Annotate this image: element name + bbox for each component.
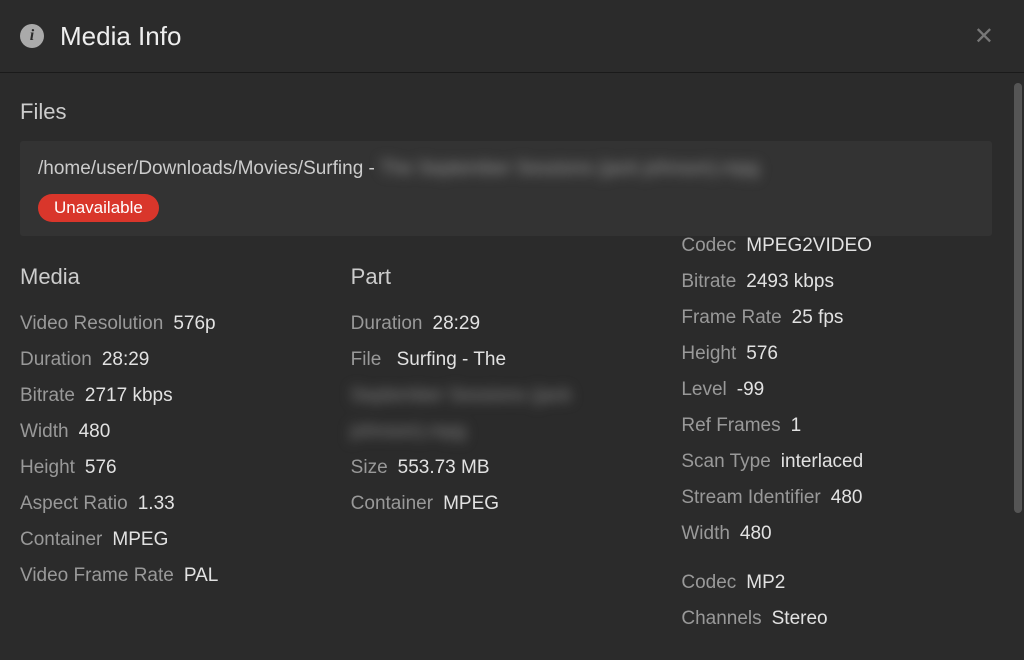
label: Level [681,372,726,408]
file-path-box: /home/user/Downloads/Movies/Surfing - Th… [20,141,992,236]
value: 576p [173,306,215,342]
stream-audio-codec: Codec MP2 [681,565,992,601]
media-info-modal: i Media Info ✕ Files /home/user/Download… [0,0,1024,660]
value: 2717 kbps [85,378,173,414]
stream-video-stream-identifier: Stream Identifier 480 [681,480,992,516]
label: Size [351,450,388,486]
value: 480 [740,516,772,552]
label: Bitrate [20,378,75,414]
stream-video-bitrate: Bitrate 2493 kbps [681,264,992,300]
value: Stereo [772,601,828,637]
label: Height [681,336,736,372]
stream-video-height: Height 576 [681,336,992,372]
label: Frame Rate [681,300,781,336]
media-height: Height 576 [20,450,331,486]
stream-video-width: Width 480 [681,516,992,552]
file-path-visible: /home/user/Downloads/Movies/Surfing - [38,158,380,179]
files-heading: Files [20,99,992,125]
value: 1 [791,408,802,444]
value: 480 [79,414,111,450]
label: Width [20,414,69,450]
modal-header: i Media Info ✕ [0,0,1024,73]
label: Codec [681,565,736,601]
value: MPEG [112,522,168,558]
label: Width [681,516,730,552]
stream-audio-channels: Channels Stereo [681,601,992,637]
media-duration: Duration 28:29 [20,342,331,378]
part-column: Part Duration 28:29 File Surfing - The S… [351,258,662,637]
file-path-redacted: The September Sessions (jack johnson).mp… [380,158,759,179]
label: Video Frame Rate [20,558,174,594]
info-icon: i [20,24,44,48]
part-heading: Part [351,264,662,290]
value: 1.33 [138,486,175,522]
value: MP2 [746,565,785,601]
value: 576 [85,450,117,486]
close-button[interactable]: ✕ [964,16,1004,57]
value: 25 fps [792,300,844,336]
details-columns: Media Video Resolution 576p Duration 28:… [20,258,992,637]
modal-body: Files /home/user/Downloads/Movies/Surfin… [0,73,1012,660]
value: Surfing - The [397,349,506,370]
value: 28:29 [102,342,150,378]
label: Stream Identifier [681,480,820,516]
media-bitrate: Bitrate 2717 kbps [20,378,331,414]
value: MPEG [443,486,499,522]
part-file: File Surfing - The September Sessions (j… [351,342,662,450]
value: interlaced [781,444,863,480]
label: Duration [20,342,92,378]
value-redacted: September Sessions (jack johnson).mpg [351,378,662,450]
part-container: Container MPEG [351,486,662,522]
close-icon: ✕ [974,23,994,50]
scrollbar-thumb[interactable] [1014,83,1022,513]
label: Scan Type [681,444,770,480]
value: -99 [737,372,764,408]
part-size: Size 553.73 MB [351,450,662,486]
label: Ref Frames [681,408,780,444]
stream-divider [681,553,992,565]
file-path: /home/user/Downloads/Movies/Surfing - Th… [38,157,974,182]
media-column: Media Video Resolution 576p Duration 28:… [20,258,331,637]
label: Channels [681,601,761,637]
stream-column: Codec MPEG2VIDEO Bitrate 2493 kbps Frame… [681,228,992,637]
media-video-resolution: Video Resolution 576p [20,306,331,342]
value: 480 [831,480,863,516]
label: Bitrate [681,264,736,300]
label: Duration [351,306,423,342]
status-badge-unavailable: Unavailable [38,194,159,222]
value: 553.73 MB [398,450,490,486]
value: 2493 kbps [746,264,834,300]
modal-title: Media Info [60,21,964,52]
label: Video Resolution [20,306,163,342]
label: Codec [681,228,736,264]
stream-video-frame-rate: Frame Rate 25 fps [681,300,992,336]
media-container: Container MPEG [20,522,331,558]
value: 576 [746,336,778,372]
label: Height [20,450,75,486]
part-duration: Duration 28:29 [351,306,662,342]
value: PAL [184,558,219,594]
value: 28:29 [433,306,481,342]
modal-body-wrap: Files /home/user/Downloads/Movies/Surfin… [0,73,1024,660]
label: Container [20,522,102,558]
stream-video-level: Level -99 [681,372,992,408]
value: MPEG2VIDEO [746,228,872,264]
media-aspect-ratio: Aspect Ratio 1.33 [20,486,331,522]
media-video-frame-rate: Video Frame Rate PAL [20,558,331,594]
media-heading: Media [20,264,331,290]
stream-video-codec: Codec MPEG2VIDEO [681,228,992,264]
label: Aspect Ratio [20,486,128,522]
stream-video-ref-frames: Ref Frames 1 [681,408,992,444]
media-width: Width 480 [20,414,331,450]
stream-video-scan-type: Scan Type interlaced [681,444,992,480]
label: File [351,349,382,370]
label: Container [351,486,433,522]
vertical-scrollbar[interactable] [1012,73,1024,660]
